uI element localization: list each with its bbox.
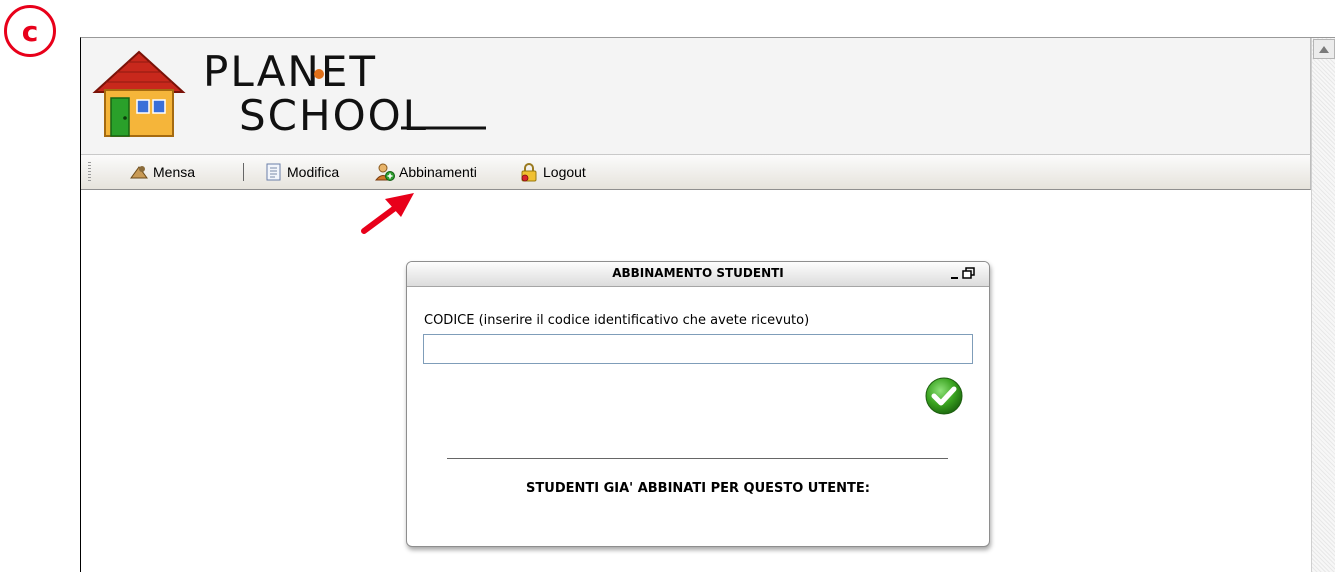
annotation-badge: c xyxy=(4,5,56,57)
code-input[interactable] xyxy=(423,334,973,364)
confirm-check-icon[interactable] xyxy=(923,375,965,417)
panel-window-controls xyxy=(951,267,975,279)
browser-window: PLANET SCHOOL Mensa Modifica Abbinamenti… xyxy=(80,37,1335,572)
annotation-badge-letter: c xyxy=(21,14,39,48)
restore-icon[interactable] xyxy=(962,267,975,279)
toolbar-separator xyxy=(243,163,244,181)
planet-school-wordmark: PLANET SCHOOL xyxy=(203,47,486,136)
panel-title-bar: ABBINAMENTO STUDENTI xyxy=(407,262,989,287)
document-edit-icon xyxy=(266,163,281,181)
linked-students-title: STUDENTI GIA' ABBINATI PER QUESTO UTENTE… xyxy=(526,481,870,496)
abbinamento-panel: ABBINAMENTO STUDENTI CODICE (inserire il… xyxy=(406,261,990,547)
toolbar-item-modifica[interactable]: Modifica xyxy=(265,161,339,183)
minimize-icon[interactable] xyxy=(951,277,958,279)
toolbar-item-abbinamenti[interactable]: Abbinamenti xyxy=(375,161,477,183)
logo-dot-icon xyxy=(314,69,324,79)
toolbar-label-modifica: Modifica xyxy=(287,164,340,180)
toolbar-item-mensa[interactable]: Mensa xyxy=(129,161,195,183)
panel-divider xyxy=(447,458,948,459)
toolbar-label-mensa: Mensa xyxy=(153,164,196,180)
triangle-up-icon xyxy=(1319,45,1329,53)
app-header: PLANET SCHOOL xyxy=(81,38,1311,155)
scroll-up-button[interactable] xyxy=(1313,39,1335,59)
toolbar-grip[interactable] xyxy=(88,162,91,182)
annotation-arrow-icon xyxy=(361,193,414,234)
mensa-icon xyxy=(130,166,148,179)
house-logo-icon xyxy=(92,50,186,137)
user-add-icon xyxy=(375,163,395,181)
logo-line-planet: PLANET xyxy=(203,47,377,96)
logo-line-school: SCHOOL xyxy=(239,91,428,136)
toolbar-item-logout[interactable]: Logout xyxy=(519,161,586,183)
toolbar-label-abbinamenti: Abbinamenti xyxy=(399,164,477,180)
main-toolbar: Mensa Modifica Abbinamenti Logout xyxy=(81,155,1311,190)
vertical-scrollbar[interactable] xyxy=(1311,38,1335,572)
panel-title: ABBINAMENTO STUDENTI xyxy=(612,266,784,280)
lock-icon xyxy=(521,163,537,182)
toolbar-label-logout: Logout xyxy=(543,164,586,180)
code-field-label: CODICE (inserire il codice identificativ… xyxy=(424,313,810,328)
